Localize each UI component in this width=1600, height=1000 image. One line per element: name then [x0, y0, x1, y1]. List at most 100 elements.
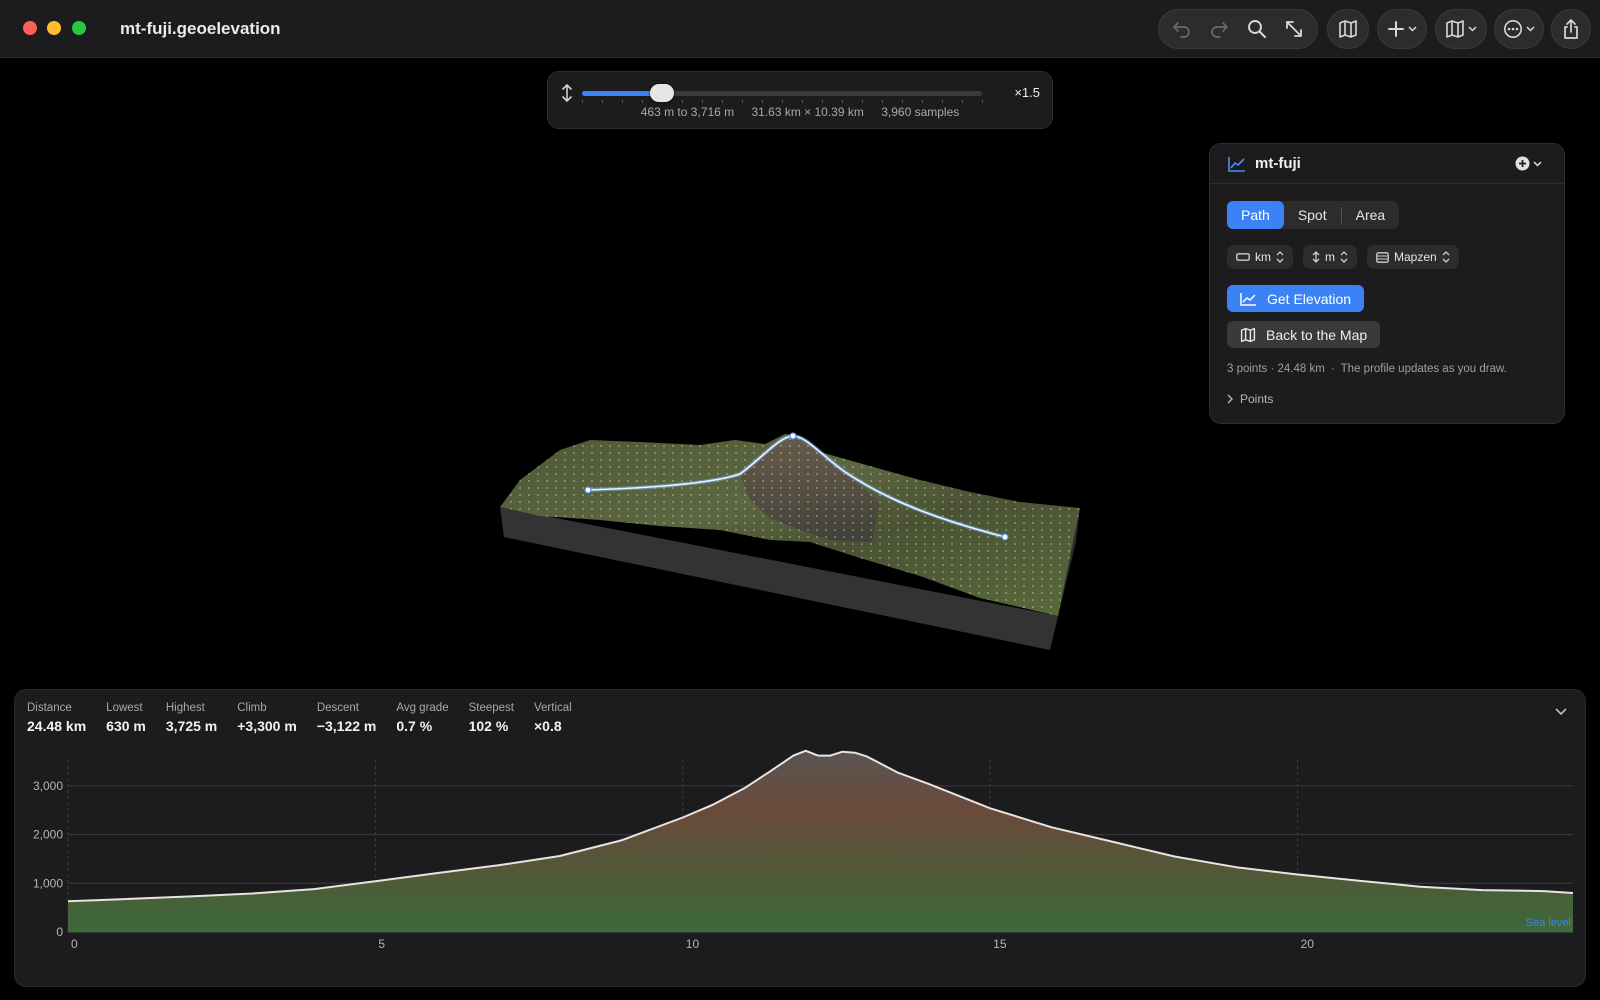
- mode-spot-tab[interactable]: Spot: [1284, 201, 1341, 229]
- x-tick-label: 10: [686, 937, 700, 951]
- slider-tick: [602, 100, 603, 103]
- data-source-label: Mapzen: [1394, 250, 1437, 264]
- x-tick-label: 0: [71, 937, 78, 951]
- elevation-area: [68, 750, 1573, 932]
- line-chart-icon: [1228, 157, 1245, 172]
- x-tick-label: 15: [993, 937, 1007, 951]
- share-icon: [1564, 19, 1578, 39]
- points-disclosure[interactable]: Points: [1227, 392, 1273, 406]
- chevron-down-icon: [1533, 160, 1542, 167]
- vertical-arrows-icon: [562, 84, 572, 102]
- add-layer-menu-button[interactable]: [1515, 156, 1542, 171]
- redo-button[interactable]: [1203, 13, 1237, 45]
- search-icon: [1247, 20, 1266, 38]
- area-dimensions: 31.63 km × 10.39 km: [751, 105, 864, 119]
- path-summary: 3 points · 24.48 km · The profile updates …: [1227, 363, 1507, 375]
- title-bar: mt-fuji.geoelevation: [0, 0, 1600, 58]
- get-elevation-label: Get Elevation: [1267, 290, 1352, 307]
- expand-icon: [1286, 21, 1303, 37]
- slider-tick: [682, 100, 683, 103]
- toolbar-edit-group: [1158, 9, 1318, 49]
- plus-circle-icon: [1515, 156, 1530, 171]
- slider-tick: [922, 100, 923, 103]
- map-icon: [1240, 327, 1256, 342]
- exaggeration-value: ×1.5: [1014, 85, 1040, 100]
- add-icon: [1388, 21, 1404, 37]
- chevron-down-icon: [1408, 26, 1417, 32]
- elevation-panel: mt-fuji Path Spot Area km m Mapzen Get E…: [1209, 143, 1565, 424]
- slider-tick: [982, 100, 983, 103]
- slider-tick: [582, 100, 583, 103]
- profile-chart[interactable]: 0 1,000 2,000 3,000 0 5 10 15 20 Sea level: [15, 690, 1587, 988]
- path-summary-text: 3 points · 24.48 km: [1227, 363, 1325, 375]
- add-menu-button[interactable]: [1377, 9, 1427, 49]
- slider-tick: [842, 100, 843, 103]
- undo-button[interactable]: [1165, 13, 1199, 45]
- dataset-info: 463 m to 3,716 m 31.63 km × 10.39 km 3,9…: [548, 105, 1052, 119]
- elevation-unit-select[interactable]: m: [1303, 245, 1357, 269]
- distance-unit-select[interactable]: km: [1227, 245, 1293, 269]
- exaggeration-slider[interactable]: [582, 91, 982, 96]
- updown-chevron-icon: [1442, 251, 1450, 263]
- mode-area-tab[interactable]: Area: [1342, 201, 1400, 229]
- slider-tick: [622, 100, 623, 103]
- vertical-arrows-icon: [1312, 251, 1320, 263]
- elevation-range: 463 m to 3,716 m: [640, 105, 735, 119]
- unit-selectors: km m Mapzen: [1227, 245, 1459, 269]
- slider-tick: [902, 100, 903, 103]
- slider-tick: [802, 100, 803, 103]
- slider-tick: [762, 100, 763, 103]
- map-style-menu-button[interactable]: [1435, 9, 1487, 49]
- path-point-end[interactable]: [1001, 533, 1009, 541]
- slider-tick: [942, 100, 943, 103]
- back-to-map-label: Back to the Map: [1266, 326, 1368, 343]
- chevron-down-icon: [1526, 26, 1535, 32]
- share-button[interactable]: [1551, 9, 1591, 49]
- slider-tick: [962, 100, 963, 103]
- y-tick-label: 1,000: [33, 876, 63, 890]
- mode-path-tab[interactable]: Path: [1227, 201, 1284, 229]
- x-tick-label: 5: [378, 937, 385, 951]
- elevation-unit-label: m: [1325, 250, 1335, 264]
- back-to-map-button[interactable]: Back to the Map: [1227, 321, 1381, 348]
- y-tick-label: 2,000: [33, 828, 63, 842]
- map-style-icon: [1446, 20, 1464, 38]
- y-tick-label: 3,000: [33, 779, 63, 793]
- map-icon: [1339, 20, 1357, 38]
- x-tick-label: 20: [1301, 937, 1315, 951]
- slider-tick: [822, 100, 823, 103]
- path-point-start[interactable]: [584, 486, 592, 494]
- close-window-button[interactable]: [23, 21, 37, 35]
- terrain-3d-view[interactable]: [500, 430, 1110, 670]
- panel-header: mt-fuji: [1210, 144, 1564, 184]
- map-button[interactable]: [1327, 9, 1369, 49]
- slider-knob[interactable]: [650, 84, 674, 102]
- window-title: mt-fuji.geoelevation: [120, 19, 281, 38]
- points-label: Points: [1240, 392, 1274, 406]
- data-source-select[interactable]: Mapzen: [1367, 245, 1459, 269]
- sample-count: 3,960 samples: [881, 105, 960, 119]
- line-chart-icon: [1240, 292, 1256, 306]
- mode-segmented-control: Path Spot Area: [1227, 201, 1400, 229]
- chevron-down-icon: [1468, 26, 1477, 32]
- slider-tick: [882, 100, 883, 103]
- expand-button[interactable]: [1278, 13, 1312, 45]
- undo-icon: [1172, 22, 1190, 38]
- chevron-right-icon: [1227, 394, 1233, 404]
- path-point-summit[interactable]: [789, 432, 797, 440]
- minimize-window-button[interactable]: [47, 21, 61, 35]
- slider-tick: [642, 100, 643, 103]
- get-elevation-button[interactable]: Get Elevation: [1227, 285, 1365, 312]
- redo-icon: [1211, 22, 1229, 38]
- more-menu-button[interactable]: [1494, 9, 1544, 49]
- profile-note: The profile updates as you draw.: [1340, 363, 1507, 375]
- ruler-icon: [1236, 253, 1250, 261]
- maximize-window-button[interactable]: [72, 21, 86, 35]
- slider-ticks: [582, 100, 983, 104]
- panel-title: mt-fuji: [1255, 155, 1301, 172]
- y-tick-label: 0: [56, 925, 63, 939]
- updown-chevron-icon: [1340, 251, 1348, 263]
- search-button[interactable]: [1240, 13, 1274, 45]
- updown-chevron-icon: [1276, 251, 1284, 263]
- slider-tick: [862, 100, 863, 103]
